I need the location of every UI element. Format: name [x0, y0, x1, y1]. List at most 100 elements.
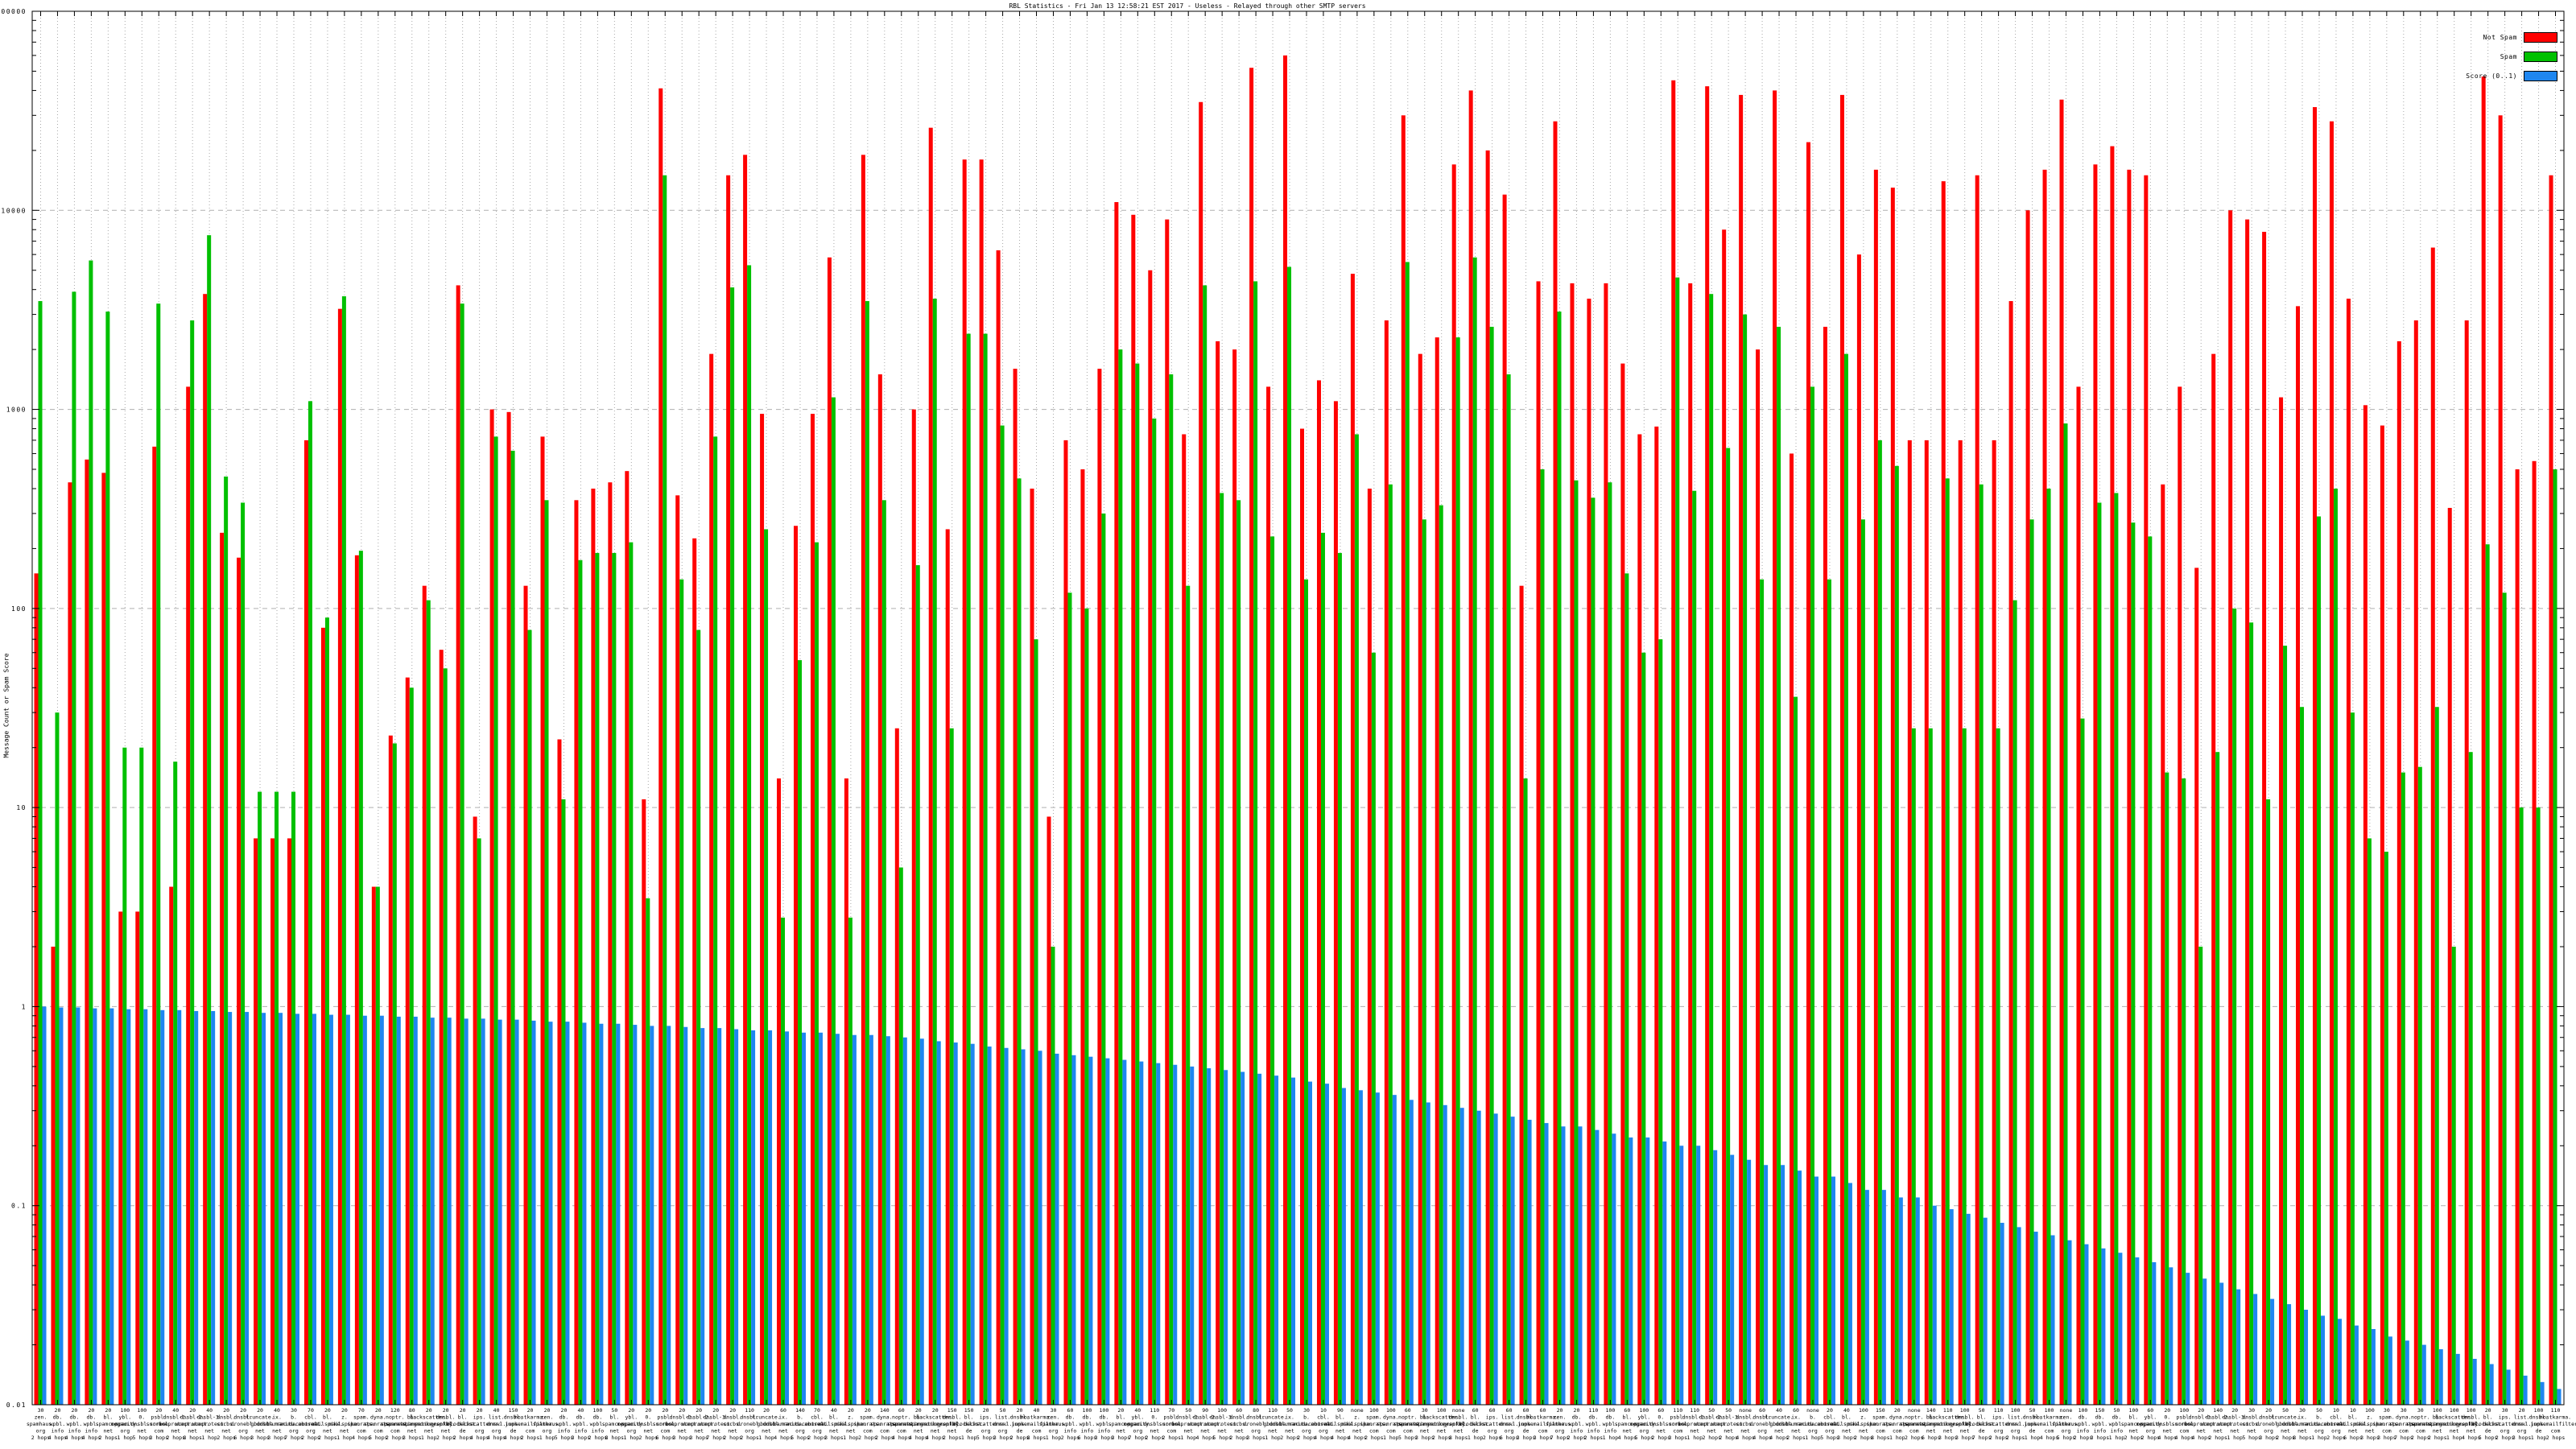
bar-spam	[798, 660, 802, 1405]
bar-spam	[1490, 327, 1494, 1405]
bar-spam	[713, 436, 717, 1405]
bar-score	[431, 1018, 435, 1405]
bar-score	[1071, 1055, 1075, 1405]
bar-score	[1629, 1137, 1633, 1405]
bar-not-spam	[1688, 283, 1692, 1405]
bar-score	[565, 1022, 569, 1405]
bar-not-spam	[1469, 90, 1473, 1405]
bar-score	[667, 1026, 671, 1405]
bar-spam	[156, 303, 160, 1405]
bar-score	[515, 1020, 519, 1405]
bar-score	[1967, 1214, 1971, 1405]
bar-spam	[1558, 312, 1562, 1405]
bar-score	[616, 1024, 620, 1405]
bar-score	[1612, 1133, 1616, 1405]
bar-not-spam	[2144, 175, 2148, 1405]
bar-not-spam	[2060, 100, 2064, 1405]
legend-item-not-spam: Not Spam	[2466, 32, 2557, 42]
bar-score	[295, 1013, 299, 1405]
bar-score	[2456, 1354, 2460, 1405]
bar-spam	[2182, 778, 2186, 1405]
bar-spam	[815, 543, 819, 1405]
bar-score	[1005, 1048, 1009, 1405]
bar-spam	[1608, 482, 1612, 1405]
bar-spam	[2452, 947, 2456, 1405]
bar-score	[1764, 1165, 1768, 1405]
bar-spam	[2131, 522, 2135, 1405]
x-tick-label: 100list.dnswl.org2 hops	[2006, 1407, 2025, 1441]
bar-not-spam	[2448, 508, 2452, 1405]
bar-spam	[410, 687, 414, 1405]
bar-not-spam	[2161, 485, 2165, 1405]
bar-spam	[2317, 517, 2321, 1405]
bar-score	[768, 1030, 772, 1405]
bar-score	[650, 1026, 654, 1405]
bar-score	[498, 1020, 502, 1405]
bar-spam	[1979, 485, 1984, 1405]
bar-spam	[376, 887, 380, 1405]
bar-not-spam	[1418, 354, 1422, 1405]
bar-score	[1477, 1111, 1481, 1405]
bar-score	[481, 1018, 485, 1405]
bar-spam	[747, 265, 751, 1405]
bar-not-spam	[658, 89, 663, 1405]
bar-score	[464, 1018, 469, 1405]
bar-spam	[1692, 491, 1696, 1405]
bar-score	[2000, 1223, 2004, 1405]
bar-score	[2186, 1273, 2190, 1405]
bar-not-spam	[2262, 232, 2266, 1405]
bar-spam	[1541, 469, 1545, 1405]
bar-score	[1679, 1146, 1683, 1405]
bar-spam	[2368, 838, 2372, 1405]
y-tick-label: 1	[22, 1003, 27, 1010]
bar-score	[1494, 1113, 1498, 1405]
bar-score	[363, 1016, 367, 1405]
bar-spam	[2401, 773, 2405, 1405]
bar-not-spam	[963, 159, 967, 1405]
bar-score	[1747, 1160, 1751, 1405]
bar-not-spam	[1334, 401, 1338, 1405]
x-tick-label: 150db.wpbl.info3 hops	[2091, 1407, 2110, 1441]
bar-not-spam	[895, 729, 899, 1405]
bar-spam	[916, 565, 920, 1405]
bar-score	[1190, 1067, 1194, 1405]
bar-spam	[207, 235, 211, 1405]
bar-spam	[1001, 426, 1005, 1405]
bar-score	[920, 1038, 924, 1405]
bar-score	[2507, 1369, 2511, 1405]
bar-score	[177, 1010, 181, 1405]
bar-spam	[444, 668, 448, 1405]
bar-not-spam	[1486, 151, 1490, 1405]
bar-spam	[39, 301, 43, 1405]
rbl-statistics-figure: RBL Statistics - Fri Jan 13 12:58:21 EST…	[0, 0, 2576, 1449]
bar-spam	[2334, 489, 2338, 1405]
bar-not-spam	[35, 573, 39, 1405]
bar-not-spam	[929, 128, 933, 1405]
bar-spam	[291, 792, 295, 1405]
bar-score	[2034, 1232, 2038, 1405]
bar-spam	[1878, 440, 1882, 1405]
bar-score	[2253, 1294, 2257, 1405]
bar-score	[2202, 1278, 2207, 1405]
bar-score	[2355, 1326, 2359, 1405]
bar-not-spam	[321, 628, 325, 1405]
bar-score	[2051, 1236, 2055, 1406]
bar-not-spam	[1790, 453, 1794, 1405]
bar-not-spam	[1908, 440, 1912, 1405]
bar-score	[1139, 1062, 1143, 1405]
bar-score	[1460, 1108, 1464, 1405]
chart-title: RBL Statistics - Fri Jan 13 12:58:21 EST…	[32, 2, 2343, 10]
bar-spam	[561, 799, 565, 1405]
bar-spam	[2148, 536, 2152, 1405]
bar-spam	[494, 436, 498, 1405]
bar-spam	[1018, 478, 1022, 1405]
bar-spam	[1895, 466, 1899, 1405]
bar-score	[1916, 1197, 1920, 1405]
bar-spam	[663, 175, 667, 1405]
rbl-bar-chart: 1000001000010001001010.10.0130zen.spamha…	[0, 0, 2576, 1449]
bar-not-spam	[1148, 270, 1152, 1405]
y-tick-label: 0.1	[11, 1203, 27, 1210]
bar-score	[2557, 1389, 2562, 1405]
bar-not-spam	[760, 414, 764, 1405]
bar-spam	[1406, 262, 1410, 1405]
